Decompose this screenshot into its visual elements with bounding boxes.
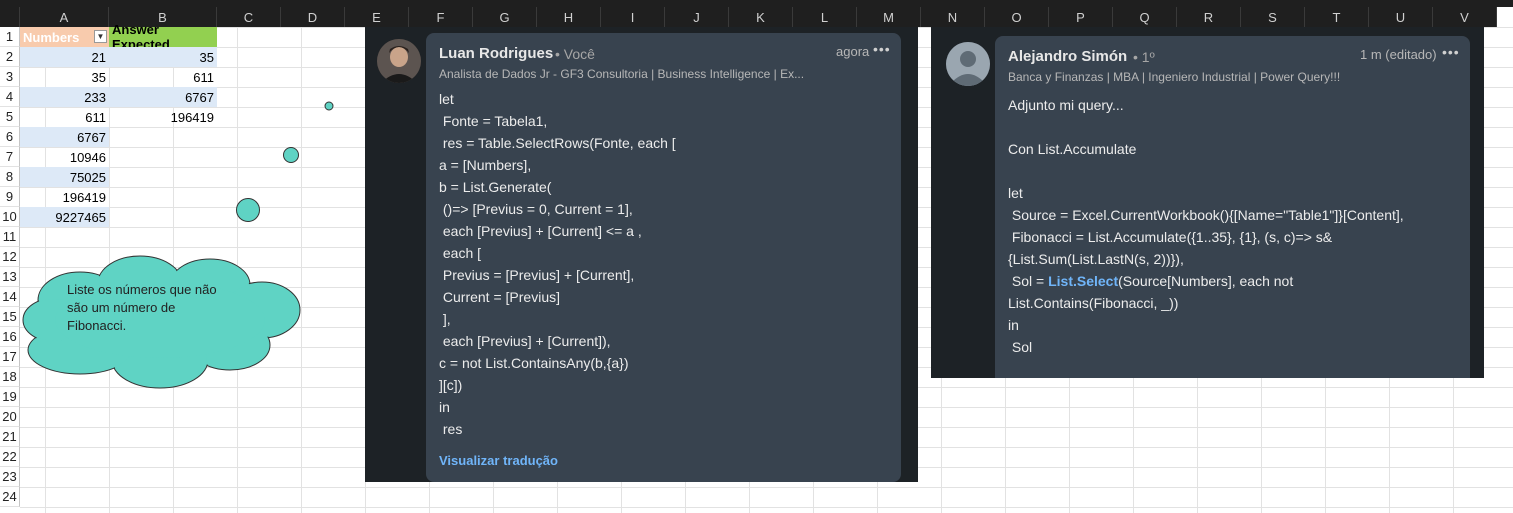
code-line: b = List.Generate(: [439, 179, 552, 195]
author-name[interactable]: Alejandro Simón: [1008, 48, 1127, 65]
callout-text: Liste os números que não são um número d…: [67, 281, 217, 335]
column-header-f[interactable]: F: [409, 7, 473, 27]
column-header-n[interactable]: N: [921, 7, 985, 27]
code-line: ][c]): [439, 377, 463, 393]
code-line: c = not List.ContainsAny(b,{a}): [439, 355, 629, 371]
code-line: Fonte = Tabela1,: [439, 113, 548, 129]
code-line: let: [1008, 185, 1023, 201]
code-line: ()=> [Previus = 0, Current = 1],: [439, 201, 633, 217]
code-line: Current = [Previus]: [439, 289, 560, 305]
profile-photo-icon: [377, 39, 421, 83]
code-line: {List.Sum(List.LastN(s, 2))}),: [1008, 251, 1184, 267]
column-header-q[interactable]: Q: [1113, 7, 1177, 27]
column-header-t[interactable]: T: [1305, 7, 1369, 27]
avatar[interactable]: [946, 42, 990, 86]
column-header-j[interactable]: J: [665, 7, 729, 27]
comment-card-luan: Luan Rodrigues • Você agora ••• Analista…: [365, 27, 918, 482]
connection-degree: • Você: [555, 46, 595, 62]
column-header-v[interactable]: V: [1433, 7, 1497, 27]
code-line: each [: [439, 245, 482, 261]
callout-line: Fibonacci.: [67, 318, 127, 333]
hashtag-link[interactable]: List.Select: [1048, 273, 1118, 289]
code-line: a = [Numbers],: [439, 157, 532, 173]
connection-degree: • 1º: [1133, 49, 1155, 65]
callout-line: são um número de: [67, 300, 176, 315]
column-header-r[interactable]: R: [1177, 7, 1241, 27]
comment-line: Adjunto mi query...: [1008, 97, 1124, 113]
code-line: Source = Excel.CurrentWorkbook(){[Name="…: [1008, 207, 1404, 223]
code-line: in: [439, 399, 450, 415]
translate-link[interactable]: Visualizar tradução: [439, 453, 558, 468]
code-text: Sol =: [1008, 273, 1049, 289]
author-headline: Banca y Finanzas | MBA | Ingeniero Indus…: [1008, 70, 1341, 84]
author-headline: Analista de Dados Jr - GF3 Consultoria |…: [439, 67, 805, 81]
column-header-l[interactable]: L: [793, 7, 857, 27]
column-header-k[interactable]: K: [729, 7, 793, 27]
column-header-u[interactable]: U: [1369, 7, 1433, 27]
code-line: List.Contains(Fibonacci, _)): [1008, 295, 1179, 311]
more-options-icon[interactable]: •••: [1442, 44, 1460, 60]
code-line: each [Previus] + [Current]),: [439, 333, 611, 349]
comment-line: Sol = List.Select(Source[Numbers], each …: [1008, 273, 1293, 289]
code-line: let: [439, 91, 454, 107]
column-header-o[interactable]: O: [985, 7, 1049, 27]
column-header-i[interactable]: I: [601, 7, 665, 27]
code-line: each [Previus] + [Current] <= a ,: [439, 223, 642, 239]
code-line: ],: [439, 311, 451, 327]
callout-line: Liste os números que não: [67, 282, 217, 297]
comment-card-alejandro: Alejandro Simón • 1º 1 m (editado) ••• B…: [931, 27, 1484, 378]
timestamp: agora: [836, 44, 870, 59]
code-line: res = Table.SelectRows(Fonte, each [: [439, 135, 676, 151]
column-header-p[interactable]: P: [1049, 7, 1113, 27]
column-header-h[interactable]: H: [537, 7, 601, 27]
column-header-m[interactable]: M: [857, 7, 921, 27]
code-line: in: [1008, 317, 1019, 333]
code-line: Sol: [1008, 339, 1033, 355]
avatar[interactable]: [377, 39, 421, 83]
comment-line: Con List.Accumulate: [1008, 141, 1137, 157]
author-name[interactable]: Luan Rodrigues: [439, 45, 553, 62]
code-line: res: [439, 421, 463, 437]
code-line: Previus = [Previus] + [Current],: [439, 267, 635, 283]
code-line: Fibonacci = List.Accumulate({1..35}, {1}…: [1008, 229, 1333, 245]
column-header-s[interactable]: S: [1241, 7, 1305, 27]
thought-bubble-shapes: [22, 101, 334, 389]
comment-bubble: Alejandro Simón • 1º 1 m (editado) ••• B…: [995, 36, 1470, 378]
comment-bubble: Luan Rodrigues • Você agora ••• Analista…: [426, 33, 901, 482]
timestamp: 1 m (editado): [1360, 47, 1437, 62]
more-options-icon[interactable]: •••: [873, 41, 891, 57]
column-header-g[interactable]: G: [473, 7, 537, 27]
code-text: (Source[Numbers], each not: [1118, 273, 1294, 289]
default-user-icon: [946, 42, 990, 86]
